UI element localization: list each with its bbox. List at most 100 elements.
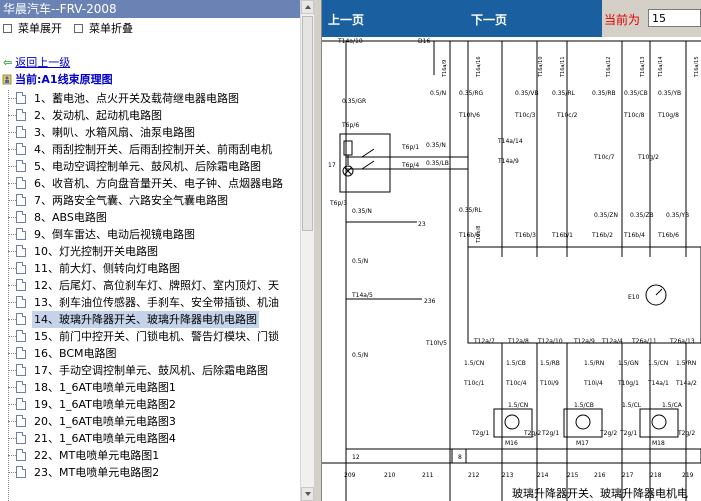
- label: T6p/4: [401, 162, 419, 169]
- tree-item[interactable]: 20、1_6AT电喷单元电路图3: [0, 413, 298, 430]
- menu-pane: 华晨汽车--FRV-2008 菜单展开 菜单折叠 ⇦ 返回上一级 当前:A1线束原…: [0, 0, 300, 501]
- current-node: 当前:A1线束原理图: [2, 73, 113, 87]
- tree-item[interactable]: 19、1_6AT电喷单元电路图2: [0, 396, 298, 413]
- tree-item[interactable]: 3、喇叭、水箱风扇、油泵电路图: [0, 124, 298, 141]
- label: T2g/2: [677, 430, 695, 437]
- tree-item[interactable]: 5、电动空调控制单元、鼓风机、后除霜电路图: [0, 158, 298, 175]
- label: T10c/4: [505, 380, 527, 387]
- label: T16a/14: [658, 56, 664, 78]
- label: T16a/9: [442, 60, 448, 78]
- tree-branch: [8, 166, 16, 167]
- tree-branch: [8, 455, 16, 456]
- tree-branch: [8, 336, 16, 337]
- label: M17: [576, 440, 589, 447]
- collapse-menu-button[interactable]: 菜单折叠: [74, 22, 133, 36]
- label: T2g/2: [599, 430, 617, 437]
- label: 0.35/RB: [592, 90, 616, 97]
- label: 219: [682, 472, 694, 479]
- tree-item[interactable]: 6、收音机、方向盘音量开关、电子钟、点烟器电路: [0, 175, 298, 192]
- label: 0.5/N: [352, 258, 368, 265]
- diagram-labels: T14a/10 D16 0.35/GR 0.5/N 0.35/RG 0.35/V…: [328, 38, 697, 479]
- label: 0.35/VB: [515, 90, 539, 97]
- tree-item[interactable]: 15、前门中控开关、门锁电机、警告灯模块、门锁: [0, 328, 298, 345]
- tree-item[interactable]: 22、MT电喷单元电路图1: [0, 447, 298, 464]
- tree-item-label: 6、收音机、方向盘音量开关、电子钟、点烟器电路: [34, 177, 283, 190]
- tree-item[interactable]: 9、倒车雷达、电动后视镜电路图: [0, 226, 298, 243]
- pane-splitter[interactable]: [314, 0, 322, 501]
- collapse-icon: [74, 23, 83, 33]
- scroll-thumb[interactable]: [302, 16, 313, 231]
- document-icon: [16, 92, 26, 104]
- folder-person-icon: [2, 74, 12, 84]
- document-icon: [16, 466, 26, 478]
- tree-item-label: 3、喇叭、水箱风扇、油泵电路图: [34, 126, 195, 139]
- tree-item[interactable]: 7、两路安全气囊、六路安全气囊电路图: [0, 192, 298, 209]
- label: 209: [344, 472, 356, 479]
- scroll-down-button[interactable]: [301, 487, 314, 501]
- tree-item[interactable]: 23、MT电喷单元电路图2: [0, 464, 298, 481]
- label: 0.35/RL: [552, 90, 576, 97]
- tree-item[interactable]: 10、灯光控制开关电路图: [0, 243, 298, 260]
- tree-branch: [8, 387, 16, 388]
- tree-branch: [8, 132, 16, 133]
- tree-item[interactable]: 8、ABS电路图: [0, 209, 298, 226]
- tree-item-label: 12、后尾灯、高位刹车灯、牌照灯、室内顶灯、天: [34, 279, 279, 292]
- label: T10g/2: [637, 154, 659, 161]
- label: E10: [628, 294, 640, 301]
- tree-item[interactable]: 21、1_6AT电喷单元电路图4: [0, 430, 298, 447]
- label: T14a/10: [337, 38, 363, 45]
- expand-icon: [3, 23, 12, 33]
- document-icon: [16, 109, 26, 121]
- menu-scrollbar[interactable]: [300, 0, 314, 501]
- label: 236: [424, 298, 436, 305]
- label: T2g/1: [541, 430, 559, 437]
- label: T16b/6: [657, 232, 679, 239]
- label: M18: [652, 440, 665, 447]
- label: 215: [567, 472, 579, 479]
- tree-item-label: 13、刹车油位传感器、手刹车、安全带插锁、机油: [34, 296, 279, 309]
- document-icon: [16, 364, 26, 376]
- label: 1.5/CB: [506, 360, 526, 367]
- page-number-input[interactable]: [648, 9, 701, 27]
- label: T26a/11: [631, 338, 657, 345]
- tree-item-label: 22、MT电喷单元电路图1: [34, 449, 160, 462]
- tree-item[interactable]: 2、发动机、起动机电路图: [0, 107, 298, 124]
- tree-item[interactable]: 12、后尾灯、高位刹车灯、牌照灯、室内顶灯、天: [0, 277, 298, 294]
- label: 0.5/N: [430, 90, 446, 97]
- label: 0.35/GR: [342, 98, 366, 105]
- label: 12: [352, 454, 360, 461]
- label: 1.5/CN: [648, 360, 668, 367]
- label: 1.5/CN: [464, 360, 484, 367]
- tree-item[interactable]: 16、BCM电路图: [0, 345, 298, 362]
- scroll-up-button[interactable]: [301, 0, 314, 14]
- tree-item[interactable]: 11、前大灯、侧转向灯电路图: [0, 260, 298, 277]
- tree-item[interactable]: 18、1_6AT电喷单元电路图1: [0, 379, 298, 396]
- label: T10h/6: [458, 112, 480, 119]
- tree-item[interactable]: 4、雨刮控制开关、后雨刮控制开关、前雨刮电机: [0, 141, 298, 158]
- label: T14a/14: [497, 138, 523, 145]
- tree-item-label: 1、蓄电池、点火开关及载荷继电器电路图: [34, 92, 239, 105]
- label: T10c/1: [463, 380, 485, 387]
- label: 0.35/N: [426, 142, 446, 149]
- label: 1.5/CN: [508, 402, 528, 409]
- document-icon: [16, 381, 26, 393]
- tree-branch: [8, 285, 16, 286]
- tree-branch: [8, 200, 16, 201]
- tree-branch: [8, 438, 16, 439]
- document-icon: [16, 432, 26, 444]
- expand-menu-button[interactable]: 菜单展开: [3, 22, 62, 36]
- tree-item[interactable]: 14、玻璃升降器开关、玻璃升降器电机电路图: [0, 311, 298, 328]
- label: T12a/4: [601, 338, 623, 345]
- tree-item-label: 9、倒车雷达、电动后视镜电路图: [34, 228, 195, 241]
- back-link[interactable]: ⇦ 返回上一级: [3, 56, 70, 70]
- label: T6p/1: [401, 144, 419, 151]
- label: T14a/2: [675, 380, 697, 387]
- tree-item[interactable]: 17、手动空调控制单元、鼓风机、后除霜电路图: [0, 362, 298, 379]
- tree-item[interactable]: 1、蓄电池、点火开关及载荷继电器电路图: [0, 90, 298, 107]
- tree-item-label: 10、灯光控制开关电路图: [34, 245, 158, 258]
- tree-item[interactable]: 13、刹车油位传感器、手刹车、安全带插锁、机油: [0, 294, 298, 311]
- tree-branch: [8, 302, 16, 303]
- label: T16a/15: [694, 56, 700, 78]
- prev-page-button[interactable]: 上一页: [328, 11, 364, 28]
- next-page-button[interactable]: 下一页: [471, 11, 507, 28]
